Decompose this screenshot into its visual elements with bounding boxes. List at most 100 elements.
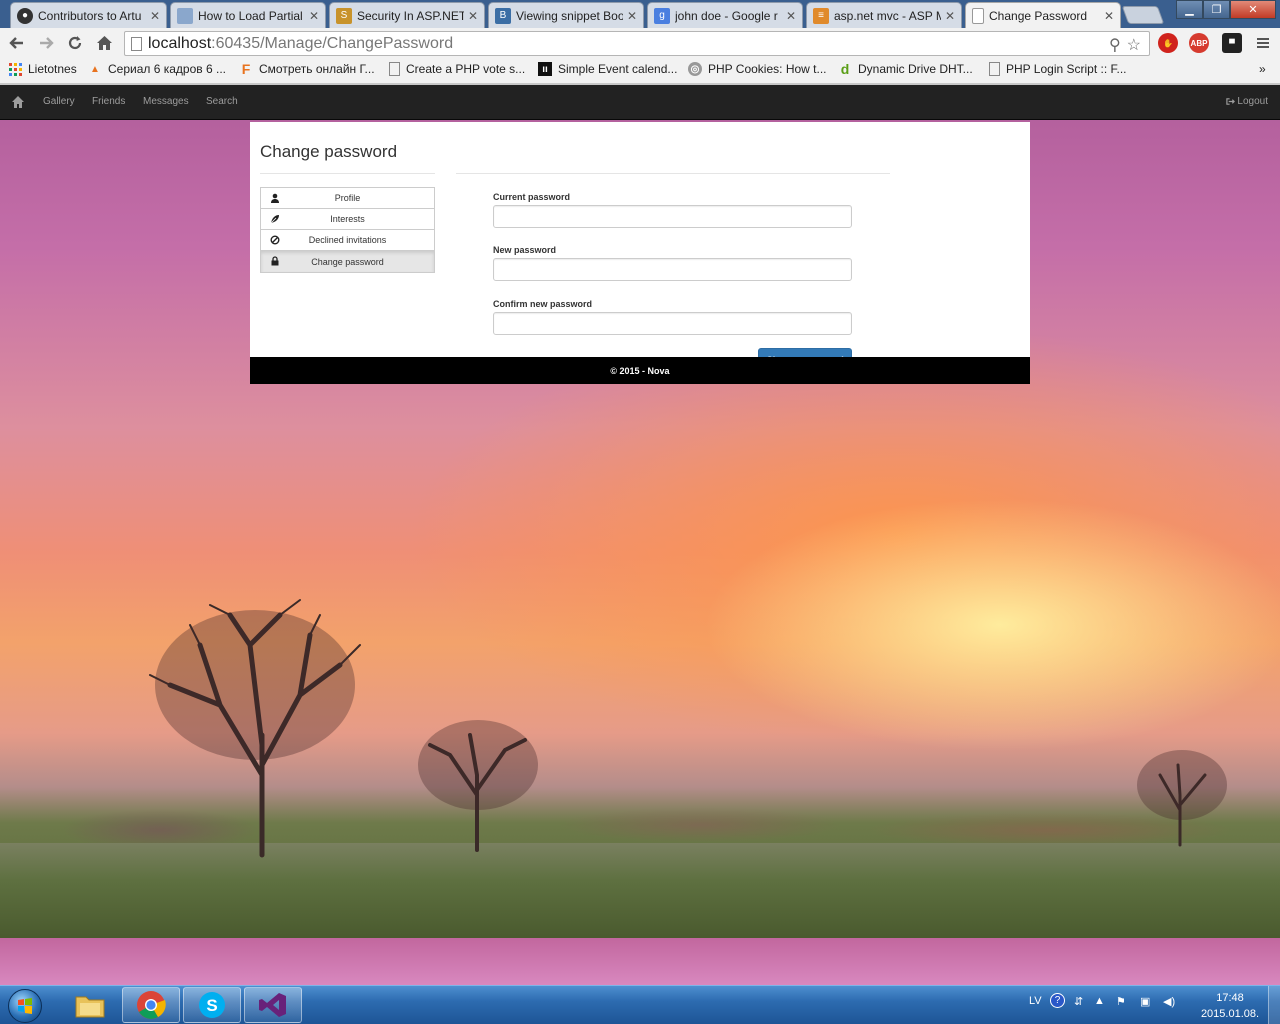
new-password-label: New password bbox=[493, 245, 557, 255]
window-close-button[interactable]: ✕ bbox=[1230, 0, 1276, 19]
menu-item-declined-invitations[interactable]: Declined invitations bbox=[261, 230, 434, 251]
omnibox-actions: ⚲ ☆ bbox=[1109, 35, 1141, 55]
globe-icon: ◎ bbox=[688, 62, 702, 76]
bookmark-smotret[interactable]: F Смотреть онлайн Г... bbox=[239, 61, 375, 77]
page-title: Change password bbox=[260, 142, 398, 161]
menu-item-change-password[interactable]: Change password bbox=[261, 251, 434, 272]
page-viewport: Gallery Friends Messages Search Logout C… bbox=[0, 85, 1280, 985]
user-icon bbox=[271, 193, 279, 203]
show-desktop-button[interactable] bbox=[1268, 986, 1280, 1024]
stackoverflow-icon: ≡ bbox=[813, 7, 829, 24]
google-icon: g bbox=[654, 7, 670, 24]
back-button[interactable] bbox=[6, 32, 28, 54]
browser-tabstrip: ● Contributors to Artu ✕ How to Load Par… bbox=[0, 0, 1280, 28]
doc-icon bbox=[177, 7, 193, 24]
system-clock[interactable]: 17:48 2015.01.08. bbox=[1200, 990, 1260, 1022]
tab-bootsnipp[interactable]: B Viewing snippet Boo ✕ bbox=[488, 2, 644, 28]
site-footer: © 2015 - Nova bbox=[250, 357, 1030, 384]
bookmark-event-calendar[interactable]: ıı Simple Event calend... bbox=[538, 62, 677, 76]
volume-icon[interactable]: ◀) bbox=[1163, 995, 1175, 1008]
d-logo-icon: d bbox=[840, 61, 850, 77]
taskbar-explorer[interactable] bbox=[61, 987, 119, 1023]
action-center-flag-icon[interactable]: ⚑ bbox=[1116, 995, 1126, 1008]
chrome-icon bbox=[137, 991, 166, 1019]
taskbar-chrome[interactable] bbox=[122, 987, 180, 1023]
keyboard-icon[interactable]: ⇵ bbox=[1074, 995, 1083, 1008]
confirm-password-label: Confirm new password bbox=[493, 299, 593, 309]
site-navbar: Gallery Friends Messages Search Logout bbox=[0, 85, 1280, 120]
close-tab-icon[interactable]: ✕ bbox=[150, 9, 160, 23]
menu-item-interests[interactable]: Interests bbox=[261, 209, 434, 230]
close-tab-icon[interactable]: ✕ bbox=[309, 9, 319, 23]
plugin-icon: ıı bbox=[538, 62, 552, 76]
bookmarks-bar: Lietotnes ▲ Сериал 6 кадров 6 ... F Смот… bbox=[0, 58, 1280, 84]
arrow-left-icon bbox=[9, 37, 23, 49]
network-icon[interactable]: ▣ bbox=[1140, 995, 1150, 1008]
tab-google[interactable]: g john doe - Google r ✕ bbox=[647, 2, 803, 28]
logout-link[interactable]: Logout bbox=[1226, 96, 1268, 107]
visual-studio-icon bbox=[259, 993, 286, 1017]
language-indicator[interactable]: LV bbox=[1029, 995, 1042, 1007]
close-tab-icon[interactable]: ✕ bbox=[468, 9, 478, 23]
stop-extension-icon[interactable]: ✋ bbox=[1158, 33, 1178, 53]
help-icon[interactable]: ? bbox=[1050, 993, 1065, 1008]
star-icon[interactable]: ☆ bbox=[1127, 35, 1141, 55]
nav-messages[interactable]: Messages bbox=[143, 96, 189, 107]
tab-change-password[interactable]: Change Password ✕ bbox=[965, 2, 1121, 28]
home-icon[interactable] bbox=[11, 95, 25, 109]
extension-icon[interactable]: ▀ bbox=[1222, 33, 1242, 53]
lock-icon bbox=[271, 256, 279, 266]
close-tab-icon[interactable]: ✕ bbox=[1104, 9, 1114, 23]
apps-grid-icon bbox=[8, 62, 22, 76]
divider bbox=[456, 173, 890, 174]
forward-button[interactable] bbox=[35, 32, 57, 54]
current-password-label: Current password bbox=[493, 192, 571, 202]
url-text: localhost:60435/Manage/ChangePassword bbox=[148, 34, 454, 52]
bookmark-dynamic-drive[interactable]: d Dynamic Drive DHT... bbox=[838, 61, 973, 77]
nav-gallery[interactable]: Gallery bbox=[43, 96, 75, 107]
tab-load-partial[interactable]: How to Load Partial ✕ bbox=[170, 2, 326, 28]
address-bar[interactable]: localhost:60435/Manage/ChangePassword ⚲ … bbox=[124, 31, 1150, 56]
tab-stackoverflow[interactable]: ≡ asp.net mvc - ASP M ✕ bbox=[806, 2, 962, 28]
home-button[interactable] bbox=[93, 32, 115, 54]
new-tab-button[interactable] bbox=[1121, 6, 1165, 24]
divider bbox=[260, 173, 435, 174]
bookmark-php-login[interactable]: PHP Login Script :: F... bbox=[989, 62, 1127, 76]
tab-security[interactable]: S Security In ASP.NET ✕ bbox=[329, 2, 485, 28]
tab-github[interactable]: ● Contributors to Artu ✕ bbox=[10, 2, 167, 28]
bookmark-apps[interactable]: Lietotnes bbox=[8, 62, 77, 76]
nav-friends[interactable]: Friends bbox=[92, 96, 125, 107]
f-logo-icon: F bbox=[241, 61, 251, 77]
bookmarks-overflow-button[interactable]: » bbox=[1259, 62, 1266, 76]
bootsnipp-icon: B bbox=[495, 7, 511, 24]
taskbar-visual-studio[interactable] bbox=[244, 987, 302, 1023]
confirm-password-input[interactable] bbox=[493, 312, 852, 335]
menu-button[interactable] bbox=[1252, 32, 1274, 54]
reload-icon bbox=[68, 36, 82, 50]
hamburger-icon bbox=[1257, 38, 1269, 48]
new-password-input[interactable] bbox=[493, 258, 852, 281]
maximize-button[interactable]: ❐ bbox=[1203, 0, 1230, 19]
close-tab-icon[interactable]: ✕ bbox=[627, 9, 637, 23]
bookmark-php-vote[interactable]: Create a PHP vote s... bbox=[389, 62, 525, 76]
close-tab-icon[interactable]: ✕ bbox=[945, 9, 955, 23]
page-icon bbox=[389, 62, 400, 76]
search-icon[interactable]: ⚲ bbox=[1109, 35, 1121, 55]
close-tab-icon[interactable]: ✕ bbox=[786, 9, 796, 23]
arrow-right-icon bbox=[40, 37, 54, 49]
page-icon bbox=[131, 36, 142, 51]
minimize-button[interactable]: ▁ bbox=[1176, 0, 1203, 19]
bookmark-php-cookies[interactable]: ◎ PHP Cookies: How t... bbox=[688, 62, 827, 76]
leaf-icon bbox=[270, 215, 279, 224]
menu-item-profile[interactable]: Profile bbox=[261, 188, 434, 209]
current-password-input[interactable] bbox=[493, 205, 852, 228]
nav-search[interactable]: Search bbox=[206, 96, 238, 107]
adblock-icon[interactable]: ABP bbox=[1189, 33, 1209, 53]
reload-button[interactable] bbox=[64, 32, 86, 54]
bookmark-serial[interactable]: ▲ Сериал 6 кадров 6 ... bbox=[88, 62, 226, 76]
window-controls: ▁ ❐ ✕ bbox=[1176, 0, 1276, 20]
tray-expand-icon[interactable]: ▲ bbox=[1094, 995, 1105, 1007]
taskbar-skype[interactable]: S bbox=[183, 987, 241, 1023]
windows-logo-icon bbox=[8, 988, 42, 1023]
start-button[interactable] bbox=[3, 987, 47, 1024]
